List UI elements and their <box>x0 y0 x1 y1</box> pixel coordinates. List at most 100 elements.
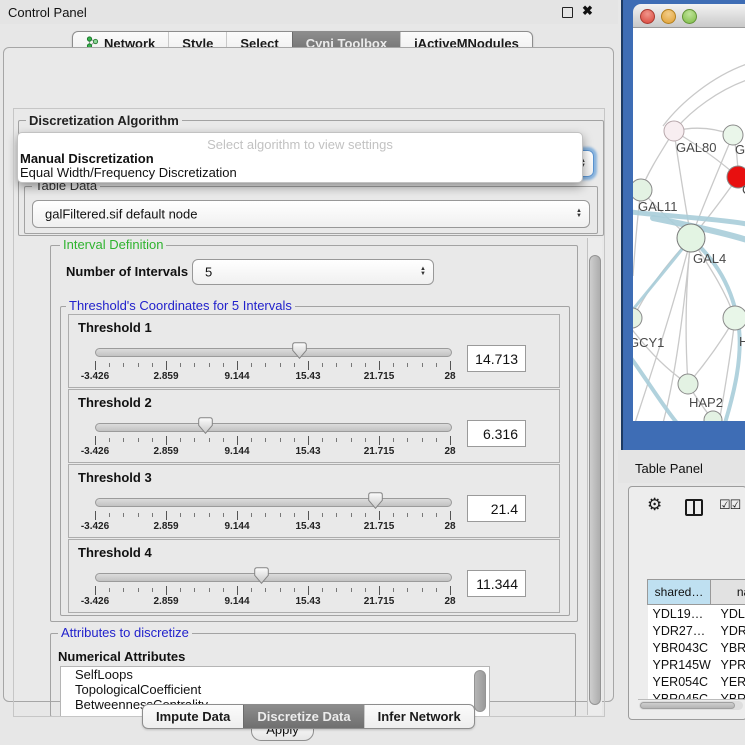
settings-scrollbar-thumb[interactable] <box>589 255 601 705</box>
table-data-selected-value: galFiltered.sif default node <box>45 207 197 222</box>
slider-handle[interactable] <box>254 567 269 584</box>
number-of-intervals-combobox[interactable]: 5 ▲▼ <box>192 259 434 285</box>
control-panel-titlebar: Control Panel ✖ <box>0 0 618 24</box>
node-h[interactable] <box>723 306 745 330</box>
tab-label: Impute Data <box>156 709 230 724</box>
algorithm-dropdown-popup: Select algorithm to view settings Manual… <box>17 132 583 183</box>
table-panel-titlebar: Table Panel <box>618 450 745 483</box>
node-label-gal11: GAL11 <box>638 199 678 214</box>
slider-track[interactable] <box>95 498 452 507</box>
threshold-slider[interactable]: -3.4262.8599.14415.4321.71528 <box>95 540 450 614</box>
slider-track[interactable] <box>95 573 452 582</box>
threshold-slider[interactable]: -3.4262.8599.14415.4321.71528 <box>95 465 450 539</box>
node-gcy1[interactable] <box>633 308 642 328</box>
table-hscrollbar-track[interactable] <box>639 701 743 710</box>
cyni-toolbox-panel: Discretization Algorithm ▲▼ Table Data g… <box>3 47 614 702</box>
popup-option-manual-discretization[interactable]: Manual Discretization <box>20 151 154 166</box>
node-label-gcy1: GCY1 <box>633 335 664 350</box>
slider-handle[interactable] <box>198 417 213 434</box>
network-edge[interactable] <box>663 64 745 126</box>
table-row[interactable]: YPR145WYPR1 <box>648 656 745 673</box>
table-cell[interactable]: YER0 <box>711 673 745 690</box>
table-hscrollbar-thumb[interactable] <box>640 702 735 709</box>
close-traffic-light-icon[interactable] <box>640 9 655 24</box>
table-header-1[interactable]: shared… <box>648 580 711 605</box>
threshold-slider[interactable]: -3.4262.8599.14415.4321.71528 <box>95 315 450 389</box>
node-pink[interactable] <box>664 121 684 141</box>
table-cell[interactable]: YDR27… <box>648 622 711 639</box>
slider-tick-labels: -3.4262.8599.14415.4321.71528 <box>95 596 450 608</box>
table-cell[interactable]: YBR0 <box>711 639 745 656</box>
table-row[interactable]: YDR27…YDR2 <box>648 622 745 639</box>
popup-option-equal-width-frequency-discretization[interactable]: Equal Width/Frequency Discretization <box>20 165 237 180</box>
threshold-panel-4: Threshold 4-3.4262.8599.14415.4321.71528… <box>68 539 560 613</box>
threshold-value-field[interactable]: 11.344 <box>467 570 526 597</box>
float-window-icon[interactable] <box>562 7 573 18</box>
node-gal4[interactable] <box>677 224 705 252</box>
slider-tick-labels: -3.4262.8599.14415.4321.71528 <box>95 446 450 458</box>
slider-track[interactable] <box>95 348 452 357</box>
attribute-item-selfloops[interactable]: SelfLoops <box>61 667 489 682</box>
attributes-group-title: Attributes to discretize <box>58 626 192 639</box>
popup-header: Select algorithm to view settings <box>18 137 582 152</box>
gear-icon[interactable]: ⚙ <box>647 495 662 515</box>
numerical-attributes-label: Numerical Attributes <box>58 649 185 664</box>
tab-label: Infer Network <box>378 709 461 724</box>
threshold-value-field[interactable]: 14.713 <box>467 345 526 372</box>
table-data-combobox[interactable]: galFiltered.sif default node ▲▼ <box>32 200 590 228</box>
table-cell[interactable]: YBR043C <box>648 639 711 656</box>
threshold-value-field[interactable]: 6.316 <box>467 420 526 447</box>
slider-ticks <box>95 511 450 520</box>
table-cell[interactable]: YBR045C <box>648 690 711 700</box>
split-columns-icon[interactable] <box>685 499 703 516</box>
node-label-ga: GA <box>735 142 745 157</box>
table-header-2[interactable]: na <box>711 580 745 605</box>
checkbox-options-icon[interactable]: ☑☑ <box>719 497 740 513</box>
zoom-traffic-light-icon[interactable] <box>682 9 697 24</box>
interval-definition-title: Interval Definition <box>60 238 166 251</box>
table-row[interactable]: YBR043CYBR0 <box>648 639 745 656</box>
table-row[interactable]: YBR045CYBR0 <box>648 690 745 700</box>
slider-handle[interactable] <box>368 492 383 509</box>
node-gal11[interactable] <box>633 179 652 201</box>
minimize-traffic-light-icon[interactable] <box>661 9 676 24</box>
panel-title: Control Panel <box>8 5 87 20</box>
table-cell[interactable]: YDL19… <box>648 605 711 623</box>
node-label-hap2: HAP2 <box>689 395 723 410</box>
table-panel-box: ⚙ ☑☑ shared…na YDL19…YDL1YDR27…YDR2YBR04… <box>628 486 745 720</box>
table-cell[interactable]: YPR1 <box>711 656 745 673</box>
table-row[interactable]: YDL19…YDL1 <box>648 605 745 623</box>
tab-impute-data[interactable]: Impute Data <box>143 705 243 728</box>
network-edge[interactable] <box>674 80 745 131</box>
tab-label: Discretize Data <box>257 709 350 724</box>
network-canvas[interactable]: GAL80GACGAL11GAL4GCY1HHAP2 <box>633 28 745 421</box>
node-label-gal4: GAL4 <box>693 251 726 266</box>
table-cell[interactable]: YBR0 <box>711 690 745 700</box>
network-window-frame: GAL80GACGAL11GAL4GCY1HHAP2 <box>621 0 745 450</box>
attributes-list-scrollbar[interactable] <box>474 670 486 712</box>
number-of-intervals-value: 5 <box>205 265 212 280</box>
combo-arrows-icon: ▲▼ <box>576 209 582 219</box>
threshold-slider[interactable]: -3.4262.8599.14415.4321.71528 <box>95 390 450 464</box>
slider-tick-labels: -3.4262.8599.14415.4321.71528 <box>95 521 450 533</box>
node-hap2[interactable] <box>678 374 698 394</box>
node-label-h: H <box>739 334 745 349</box>
discretization-algorithm-title: Discretization Algorithm <box>26 114 182 127</box>
slider-handle[interactable] <box>292 342 307 359</box>
tab-discretize-data[interactable]: Discretize Data <box>243 705 363 728</box>
network-edge[interactable] <box>635 238 691 421</box>
tab-infer-network[interactable]: Infer Network <box>364 705 474 728</box>
table-cell[interactable]: YDR2 <box>711 622 745 639</box>
table-cell[interactable]: YDL1 <box>711 605 745 623</box>
node-table[interactable]: shared…na YDL19…YDL1YDR27…YDR2YBR043CYBR… <box>638 533 745 700</box>
slider-ticks <box>95 586 450 595</box>
number-of-intervals-label: Number of Intervals <box>66 264 188 279</box>
network-window-titlebar[interactable] <box>633 4 745 28</box>
slider-track[interactable] <box>95 423 452 432</box>
table-cell[interactable]: YER054C <box>648 673 711 690</box>
table-cell[interactable]: YPR145W <box>648 656 711 673</box>
table-row[interactable]: YER054CYER0 <box>648 673 745 690</box>
attribute-item-topologicalcoefficient[interactable]: TopologicalCoefficient <box>61 682 489 697</box>
threshold-value-field[interactable]: 21.4 <box>467 495 526 522</box>
close-icon[interactable]: ✖ <box>582 3 593 19</box>
